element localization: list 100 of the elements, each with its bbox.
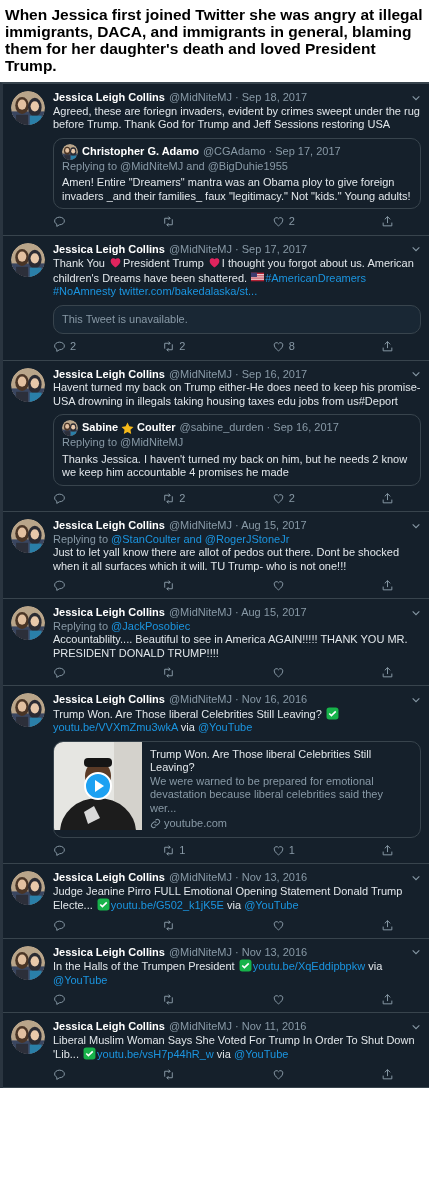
- author-name: Jessica Leigh Collins: [53, 693, 165, 707]
- link[interactable]: @YouTube: [53, 973, 108, 986]
- link[interactable]: #AmericanDreamers: [265, 271, 367, 284]
- count: 1: [179, 843, 186, 857]
- share-icon: [381, 579, 394, 592]
- link[interactable]: @YouTube: [244, 899, 299, 911]
- flag-icon: [251, 270, 265, 284]
- handle-and-date: @MidNiteMJ · Sep 16, 2017: [168, 367, 308, 381]
- tweet-text: Judge Jeanine Pirro FULL Emotional Opening Statement Donald Trump Electe... youtu.be/G502_k1jK5E via @YouTube: [53, 884, 404, 913]
- like-icon: [271, 666, 285, 679]
- handle-and-date: @MidNiteMJ · Sep 18, 2017: [168, 91, 308, 105]
- author-name: Christopher G. Adamo: [82, 144, 199, 159]
- handle-and-date: @sabine_durden · Sep 16, 2017: [179, 421, 339, 435]
- reply-icon: [53, 843, 66, 857]
- retweet-button[interactable]: 2: [162, 491, 272, 505]
- retweet-icon: [162, 843, 176, 857]
- reply-icon: [53, 993, 66, 1006]
- like-button[interactable]: 2: [271, 215, 381, 229]
- like-button[interactable]: 8: [271, 340, 381, 354]
- link[interactable]: #NoAmnesty: [53, 285, 116, 297]
- replying-to-text: Replying to @MidNiteMJ: [62, 436, 185, 450]
- tweet-text: Thank You President Trump I thought you forgot about us. American children's Dreams have been shattered. #AmericanDreamers #NoAmnesty twitter.com/bakedalaska/st...: [53, 256, 415, 299]
- card-domain: youtube.com: [164, 817, 227, 831]
- reply-icon: [53, 918, 66, 932]
- count: 1: [288, 843, 295, 857]
- retweet-icon: [162, 666, 176, 679]
- link[interactable]: @YouTube: [197, 721, 253, 733]
- link-card[interactable]: Trump Won. Are Those liberal Celebrities Still Leaving? We were warned to be prepared for emotional devastation because liberal celebrities said they wer... youtube.com: [53, 740, 421, 838]
- reply-icon: [53, 666, 66, 679]
- like-icon: [271, 340, 285, 354]
- card-description: We were warned to be prepared for emotional devastation because liberal celebrities said they wer...: [150, 774, 384, 815]
- like-icon: [271, 491, 285, 505]
- share-icon: [381, 993, 394, 1006]
- caption-text: When Jessica first joined Twitter she was angry at illegal immigrants, DACA, and immigrants in general, blaming them for her daughter's death and loved President Trump.: [4, 5, 424, 76]
- count: 2: [288, 215, 295, 229]
- retweet-icon: [162, 579, 176, 592]
- like-icon: [271, 918, 285, 932]
- author-name: Jessica Leigh Collins: [53, 367, 165, 381]
- check-icon: [325, 706, 339, 720]
- count: 2: [179, 491, 186, 505]
- replying-to-text: Replying to @StanCoulter and @RogerJStoneJr: [53, 532, 291, 546]
- author-name: Jessica Leigh Collins: [53, 1020, 165, 1034]
- tweet-text: Liberal Muslim Woman Says She Voted For Trump In Order To Shut Down 'Lib... youtu.be/vsH7p44hR_w via @YouTube: [53, 1033, 416, 1062]
- handle-and-date: @MidNiteMJ · Aug 15, 2017: [168, 519, 307, 533]
- count: 2: [288, 491, 295, 505]
- tweet-text: Just to let yall know there are allot of pedos out there. Dont be shocked when it all surfaces which it will. TU Trump- who is not one!!!: [53, 546, 401, 573]
- author-name: Jessica Leigh Collins: [53, 519, 165, 533]
- retweet-icon: [162, 918, 176, 932]
- retweet-icon: [162, 215, 176, 229]
- retweet-icon: [162, 491, 176, 505]
- check-icon: [96, 898, 110, 911]
- like-icon: [271, 993, 285, 1006]
- link[interactable]: youtu.be/VVXmZmu3wkA: [53, 721, 178, 733]
- heart-icon: [109, 256, 123, 269]
- replying-to-text: Replying to @MidNiteMJ and @BigDuhie1955: [62, 159, 289, 173]
- tweet-text: In the Halls of the Trumpen President youtu.be/XqEddipbpkw via @YouTube: [53, 959, 384, 987]
- link[interactable]: @StanCoulter and @RogerJStoneJr: [111, 532, 290, 545]
- retweet-button[interactable]: 2: [162, 340, 272, 354]
- share-icon: [381, 843, 394, 857]
- retweet-button[interactable]: 1: [162, 843, 272, 857]
- reply-icon: [53, 491, 66, 505]
- like-icon: [271, 1067, 285, 1081]
- quoted-text: Amen! Entire "Dreamers" mantra was an Obama ploy to give foreign invaders _and their families_ faux "legitimacy." Not "kids." Young adults!: [62, 176, 412, 203]
- reply-button[interactable]: 2: [53, 340, 163, 354]
- link[interactable]: twitter.com/bakedalaska/st...: [119, 285, 258, 297]
- star-icon: [121, 421, 135, 435]
- link[interactable]: youtu.be/G502_k1jK5E: [110, 899, 224, 911]
- author-name: Jessica Leigh Collins: [53, 606, 165, 620]
- share-icon: [381, 666, 394, 679]
- like-icon: [271, 579, 285, 592]
- share-icon: [381, 340, 394, 354]
- link-icon: [150, 818, 161, 830]
- like-button[interactable]: 1: [271, 843, 381, 857]
- quoted-text: Thanks Jessica. I haven't turned my back on him, but he needs 2 know we keep him accountable 4 promises he made: [62, 452, 409, 480]
- tweet-text: Havent turned my back on Trump either-He does need to keep his promise-USA drowning in illegals taking housing taxes edu jobs from us#Deport: [53, 381, 421, 408]
- reply-icon: [53, 1067, 66, 1081]
- link[interactable]: @JackPosobiec: [111, 619, 191, 632]
- quoted-tweet[interactable]: [53, 137, 421, 209]
- share-icon: [381, 491, 394, 505]
- link[interactable]: youtu.be/XqEddipbpkw: [252, 960, 366, 972]
- author-name: Jessica Leigh Collins: [53, 242, 165, 256]
- author-name: Jessica Leigh Collins: [53, 945, 165, 959]
- quoted-tweet[interactable]: Sabine Coulter @sabine_durden · Sep 16, 2017 Replying to @MidNiteMJ Thanks Jessica. I haven't turned my back on him, but he needs 2 know we keep him accountable 4 promises he made: [53, 414, 421, 486]
- link[interactable]: @YouTube: [234, 1048, 289, 1060]
- like-button[interactable]: 2: [271, 491, 381, 505]
- handle-and-date: @CGAdamo · Sep 17, 2017: [202, 144, 341, 159]
- link[interactable]: youtu.be/vsH7p44hR_w: [97, 1048, 214, 1060]
- handle-and-date: @MidNiteMJ · Nov 16, 2016: [168, 693, 308, 707]
- handle-and-date: @MidNiteMJ · Sep 17, 2017: [168, 242, 308, 256]
- handle-and-date: @MidNiteMJ · Nov 13, 2016: [168, 945, 308, 959]
- retweet-icon: [162, 1067, 176, 1081]
- author-name: Jessica Leigh Collins: [53, 871, 165, 885]
- retweet-icon: [162, 993, 176, 1006]
- author-name: Jessica Leigh Collins: [53, 91, 165, 105]
- share-icon: [381, 1067, 394, 1081]
- handle-and-date: @MidNiteMJ · Nov 13, 2016: [168, 871, 308, 885]
- count: 8: [288, 340, 295, 354]
- handle-and-date: @MidNiteMJ · Nov 11, 2016: [168, 1020, 307, 1034]
- count: 2: [70, 340, 77, 354]
- heart-icon: [207, 256, 221, 269]
